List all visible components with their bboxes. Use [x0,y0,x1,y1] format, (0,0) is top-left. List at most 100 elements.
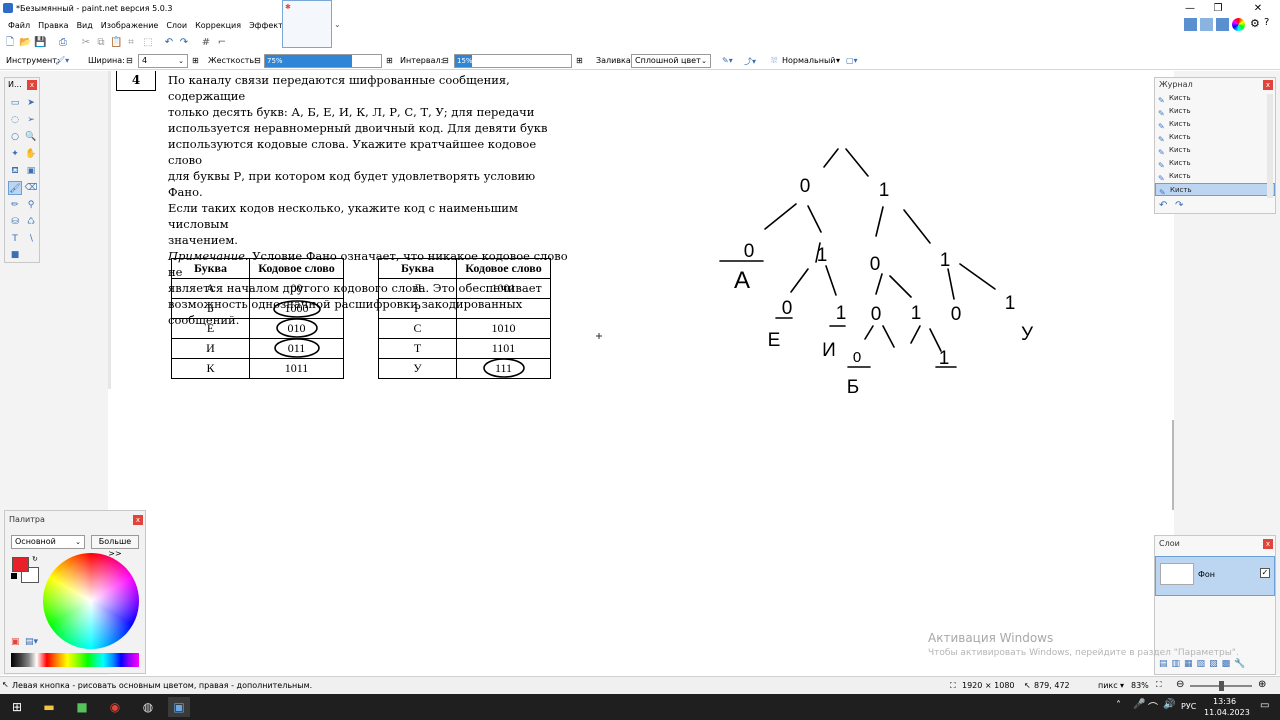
palette-mode-select[interactable]: Основной ⌄ [11,535,85,549]
alpha-blend-icon[interactable]: ⤴▾ [744,56,756,67]
ellipse-select-icon[interactable]: ○ [8,130,22,144]
colors-toggle-icon[interactable] [1232,18,1245,31]
menu-edit[interactable]: Правка [34,21,72,30]
settings-gear-icon[interactable]: ⚙ [1250,17,1260,30]
windows-start-icon[interactable]: ⊞ [6,697,28,717]
shapes-icon[interactable]: ■ [8,248,22,262]
zoom-out-icon[interactable]: ⊖ [1176,679,1184,690]
close-icon[interactable]: x [1263,80,1273,90]
line-curve-icon[interactable]: ∖ [24,232,38,246]
layer-properties-icon[interactable]: 🔧 [1234,659,1249,669]
layers-toggle-icon[interactable] [1216,18,1229,31]
width-decrease-icon[interactable]: ⊟ [126,56,133,65]
rectangle-select-icon[interactable]: ▭ [8,96,22,110]
crop-icon[interactable]: ⌗ [125,37,137,49]
merge-layer-icon[interactable]: ▧ [1197,659,1210,669]
copy-icon[interactable]: ⧉ [95,37,107,49]
menu-view[interactable]: Вид [73,21,97,30]
vertical-scrollbar-thumb[interactable] [1172,420,1174,510]
reset-colors-icon[interactable] [11,573,17,579]
history-undo-icon[interactable]: ↶ [1159,200,1167,211]
file-explorer-icon[interactable]: ▬ [38,697,60,717]
swap-colors-icon[interactable]: ↻ [32,555,38,563]
grid-icon[interactable]: # [200,37,212,49]
fill-select[interactable]: Сплошной цвет ⌄ [631,54,711,68]
history-item[interactable]: ✎ Кисть [1155,144,1275,157]
redo-icon[interactable]: ↷ [178,37,190,49]
minimize-button[interactable]: — [1176,0,1204,16]
units-select[interactable]: пикс [1098,681,1118,690]
menu-layers[interactable]: Слои [162,21,191,30]
text-icon[interactable]: T [8,232,22,246]
interval-decrease-icon[interactable]: ⊟ [442,56,449,65]
clone-stamp-icon[interactable]: ⛁ [8,215,22,229]
image-tab-thumbnail[interactable]: ✱ [282,0,332,48]
brush-tool-icon[interactable]: 🖌▾ [55,56,69,65]
move-icon[interactable]: ➤ [24,96,38,110]
close-button[interactable]: ✕ [1244,0,1272,16]
close-icon[interactable]: x [1263,539,1273,549]
open-file-icon[interactable]: 📂 [19,37,31,49]
move-layer-up-icon[interactable]: ▨ [1209,659,1222,669]
clock-date[interactable]: 11.04.2023 [1204,708,1250,717]
input-language[interactable]: РУС [1181,702,1196,711]
close-icon[interactable]: x [133,515,143,525]
zoom-fit-icon[interactable]: ⛶ [1156,680,1162,690]
zoom-icon[interactable]: 🔍 [24,130,38,144]
history-item[interactable]: ✎ Кисть [1155,157,1275,170]
cut-icon[interactable]: ✂ [80,37,92,49]
menu-adjustments[interactable]: Коррекция [191,21,245,30]
zoom-level[interactable]: 83% [1131,681,1149,690]
add-layer-icon[interactable]: ▤ [1159,659,1172,669]
new-file-icon[interactable]: 🗋 [4,37,16,49]
zoom-slider-thumb[interactable] [1219,681,1224,691]
history-item[interactable]: ✎ Кисть [1155,105,1275,118]
menu-file[interactable]: Файл [4,21,34,30]
color-picker-icon[interactable]: ⚲ [24,198,38,212]
lasso-icon[interactable]: ◌ [8,113,22,127]
palette-options-icon[interactable]: ▣ [11,637,20,647]
selection-mode-icon[interactable]: ▢▾ [846,56,858,65]
width-increase-icon[interactable]: ⊞ [192,56,199,65]
color-wheel[interactable] [43,553,139,649]
more-colors-button[interactable]: Больше >> [91,535,139,558]
antialias-icon[interactable]: ✎▾ [722,56,733,65]
paintnet-taskbar-icon[interactable]: ▣ [168,697,190,717]
primary-color-swatch[interactable] [12,557,29,572]
move-selection-icon[interactable]: ➢ [24,113,38,127]
notifications-icon[interactable]: ▭ [1260,700,1269,711]
canvas[interactable]: 4 По каналу связи передаются шифрованные… [108,71,1174,675]
history-scrollbar[interactable] [1267,94,1273,198]
history-item-current[interactable]: ✎ Кисть [1155,183,1275,197]
blend-mode-value[interactable]: Нормальный [782,56,836,65]
palette-color-strip[interactable] [11,653,139,667]
eraser-icon[interactable]: ⌫ [24,181,38,195]
history-item[interactable]: ✎ Кисть [1155,170,1275,183]
clock-time[interactable]: 13:36 [1213,697,1236,706]
magic-wand-icon[interactable]: ✦ [8,147,22,161]
interval-slider[interactable]: 15% [454,54,572,68]
zoom-in-icon[interactable]: ⊕ [1258,679,1266,690]
help-icon[interactable]: ? [1264,17,1269,28]
chevron-down-icon[interactable]: ▾ [836,56,840,65]
paste-icon[interactable]: 📋 [110,37,122,49]
close-icon[interactable]: x [27,80,37,90]
hardness-increase-icon[interactable]: ⊞ [386,56,393,65]
media-app-icon[interactable]: ◍ [137,697,159,717]
pan-hand-icon[interactable]: ✋ [24,147,38,161]
delete-layer-icon[interactable]: ▥ [1172,659,1185,669]
print-icon[interactable]: ⎙ [57,37,69,49]
save-icon[interactable]: 💾 [34,37,46,49]
blend-mode-icon[interactable]: ⛆ [771,56,777,66]
gradient-icon[interactable]: ▣ [24,164,38,178]
hardness-slider[interactable]: 75% [264,54,382,68]
history-toggle-icon[interactable] [1200,18,1213,31]
undo-icon[interactable]: ↶ [163,37,175,49]
tray-chevron-up-icon[interactable]: ˄ [1116,700,1121,711]
pencil-icon[interactable]: ✏ [8,198,22,212]
move-layer-down-icon[interactable]: ▩ [1222,659,1235,669]
history-item[interactable]: ✎ Кисть [1155,131,1275,144]
width-input[interactable]: 4 ⌄ [138,54,188,68]
volume-icon[interactable]: 🔊 [1163,699,1175,710]
chevron-down-icon[interactable]: ▾ [1120,681,1124,690]
